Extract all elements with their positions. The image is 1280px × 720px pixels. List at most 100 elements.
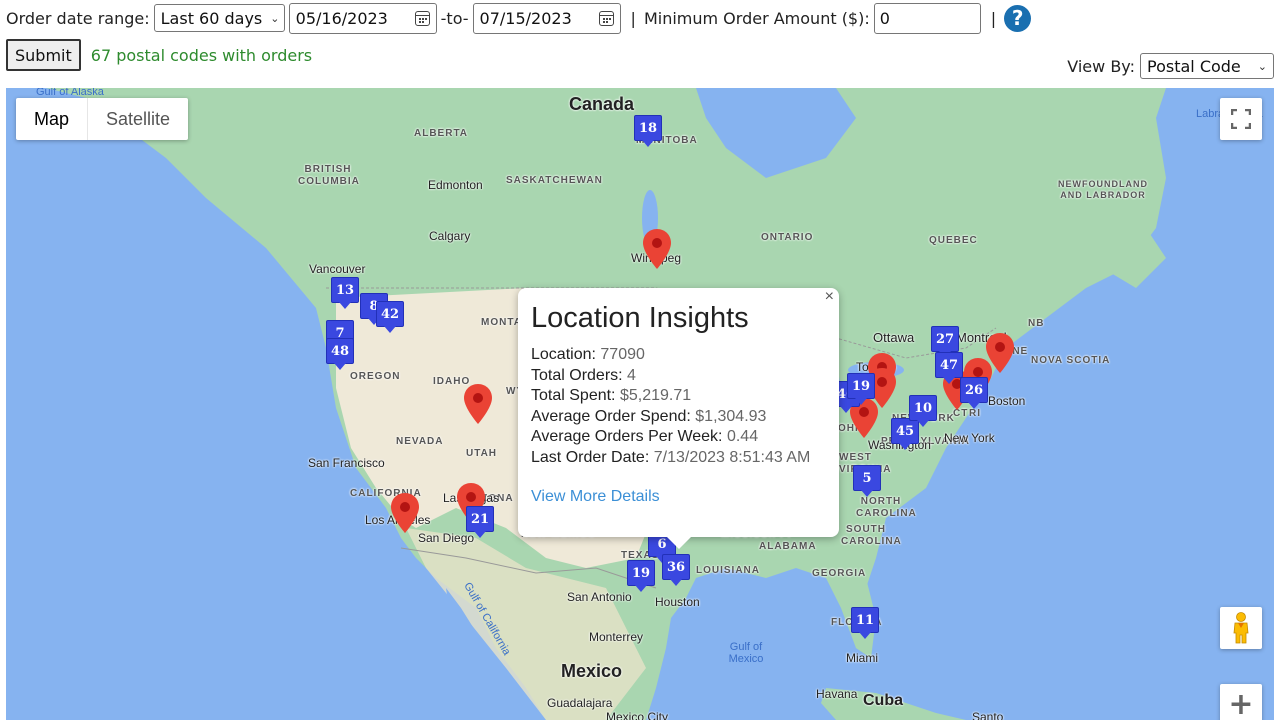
map-label-region: SOUTH CAROLINA bbox=[841, 524, 902, 547]
end-date-input[interactable]: 07/15/2023 bbox=[472, 2, 621, 34]
cluster-marker[interactable]: 36 bbox=[662, 554, 690, 588]
map-label-region: SASKATCHEWAN bbox=[506, 175, 603, 186]
map-pin-icon bbox=[643, 229, 671, 269]
cluster-count: 48 bbox=[326, 338, 354, 364]
cluster-marker[interactable]: 18 bbox=[634, 115, 662, 149]
fullscreen-button[interactable] bbox=[1220, 98, 1262, 140]
cluster-count: 19 bbox=[627, 560, 655, 586]
map-label-region: QUEBEC bbox=[929, 235, 978, 246]
map-pin-marker[interactable] bbox=[643, 229, 671, 269]
close-icon[interactable]: × bbox=[825, 288, 834, 306]
map-label-city: Santo bbox=[972, 710, 1004, 720]
map-label-region: UTAH bbox=[466, 448, 498, 459]
map-label-region: NORTH CAROLINA bbox=[856, 496, 917, 519]
row-label: Last Order Date: bbox=[531, 448, 650, 466]
popup-title: Location Insights bbox=[531, 302, 749, 334]
row-label: Total Orders: bbox=[531, 366, 623, 384]
map-label-region: ONTARIO bbox=[761, 232, 814, 243]
map-pin-marker[interactable] bbox=[464, 384, 492, 424]
map-label-water: Gulf of Mexico bbox=[728, 641, 764, 665]
cluster-count: 42 bbox=[376, 301, 404, 327]
cluster-count: 47 bbox=[935, 352, 963, 378]
cluster-marker[interactable]: 19 bbox=[847, 373, 875, 407]
plus-icon: + bbox=[1228, 687, 1254, 720]
pegman-icon bbox=[1233, 612, 1249, 644]
popup-row-last-order-date: Last Order Date: 7/13/2023 8:51:43 AM bbox=[531, 448, 825, 469]
cluster-count: 5 bbox=[853, 465, 881, 491]
map-pin-icon bbox=[986, 333, 1014, 373]
min-amount-input[interactable]: 0 bbox=[873, 2, 981, 34]
cluster-marker[interactable]: 48 bbox=[326, 338, 354, 372]
map-type-control: Map Satellite bbox=[16, 98, 189, 140]
map-pin-marker[interactable] bbox=[986, 333, 1014, 373]
cluster-count: 10 bbox=[909, 395, 937, 421]
view-by: View By: Postal Code ⌄ bbox=[1067, 53, 1274, 79]
map-label-region: OREGON bbox=[350, 371, 401, 382]
cluster-tail bbox=[855, 398, 867, 405]
row-label: Average Order Spend: bbox=[531, 407, 691, 425]
cluster-tail bbox=[861, 490, 873, 497]
cluster-count: 27 bbox=[931, 326, 959, 352]
cluster-tail bbox=[670, 579, 682, 586]
map-label-city: San Francisco bbox=[308, 456, 385, 470]
cluster-marker[interactable]: 47 bbox=[935, 352, 963, 386]
cluster-marker[interactable]: 19 bbox=[627, 560, 655, 594]
cluster-tail bbox=[943, 377, 955, 384]
view-by-select[interactable]: Postal Code ⌄ bbox=[1140, 53, 1274, 79]
cluster-marker[interactable]: 10 bbox=[909, 395, 937, 429]
map-label-region: NOVA SCOTIA bbox=[1031, 355, 1111, 366]
map-pin-marker[interactable] bbox=[391, 493, 419, 533]
cluster-marker[interactable]: 26 bbox=[960, 377, 988, 411]
map-canvas[interactable]: Gulf of Alaska Gulf of California Gulf o… bbox=[6, 88, 1274, 720]
map-type-satellite-button[interactable]: Satellite bbox=[88, 98, 188, 140]
separator: | bbox=[990, 8, 997, 28]
popup-row-total-orders: Total Orders: 4 bbox=[531, 366, 825, 387]
map-pin-icon bbox=[464, 384, 492, 424]
row-value: 7/13/2023 8:51:43 AM bbox=[653, 448, 811, 466]
chevron-down-icon: ⌄ bbox=[270, 11, 280, 25]
zoom-in-button[interactable]: + bbox=[1220, 684, 1262, 720]
row-label: Total Spent: bbox=[531, 387, 616, 404]
map-label-region: BRITISH COLUMBIA bbox=[298, 164, 360, 187]
map-label-region: ALBERTA bbox=[414, 128, 469, 139]
map-label-city: New York bbox=[944, 431, 995, 445]
map-label-country: Mexico bbox=[561, 661, 623, 681]
map-label-city: San Antonio bbox=[567, 590, 632, 604]
cluster-marker[interactable]: 13 bbox=[331, 277, 359, 311]
cluster-tail bbox=[968, 402, 980, 409]
row-label: Average Orders Per Week: bbox=[531, 428, 723, 445]
row-value: $5,219.71 bbox=[619, 387, 692, 404]
separator: | bbox=[630, 8, 636, 28]
view-by-label: View By: bbox=[1067, 56, 1135, 76]
map-label-region: NEVADA bbox=[396, 436, 444, 447]
calendar-icon[interactable] bbox=[414, 10, 430, 26]
cluster-count: 11 bbox=[851, 607, 879, 633]
submit-button[interactable]: Submit bbox=[6, 39, 81, 71]
cluster-count: 13 bbox=[331, 277, 359, 303]
help-icon[interactable]: ? bbox=[1004, 4, 1032, 32]
map-label-region: LOUISIANA bbox=[696, 565, 760, 576]
map-label-city: Monterrey bbox=[589, 630, 644, 644]
cluster-marker[interactable]: 11 bbox=[851, 607, 879, 641]
map-label-water: Gulf of Alaska bbox=[36, 88, 104, 98]
cluster-count: 21 bbox=[466, 506, 494, 532]
map-label-region: NEWFOUNDLAND AND LABRADOR bbox=[1058, 179, 1148, 200]
cluster-marker[interactable]: 42 bbox=[376, 301, 404, 335]
cluster-tail bbox=[642, 140, 654, 147]
cluster-marker[interactable]: 21 bbox=[466, 506, 494, 540]
date-range-label: Order date range: bbox=[6, 8, 150, 28]
fullscreen-icon bbox=[1231, 109, 1251, 129]
start-date-input[interactable]: 05/16/2023 bbox=[288, 2, 437, 34]
filter-row: Order date range: Last 60 days ⌄ 05/16/2… bbox=[6, 1, 1035, 35]
map-type-map-button[interactable]: Map bbox=[16, 98, 89, 140]
street-view-button[interactable] bbox=[1220, 607, 1262, 649]
map-label-country: Cuba bbox=[863, 692, 903, 709]
chevron-down-icon: ⌄ bbox=[1257, 59, 1267, 73]
cluster-count: 36 bbox=[662, 554, 690, 580]
min-amount-value: 0 bbox=[879, 8, 890, 28]
date-range-select[interactable]: Last 60 days ⌄ bbox=[153, 4, 285, 32]
view-more-details-link[interactable]: View More Details bbox=[531, 488, 825, 506]
cluster-marker[interactable]: 5 bbox=[853, 465, 881, 499]
row-label: Location: bbox=[531, 346, 596, 363]
calendar-icon[interactable] bbox=[598, 10, 614, 26]
